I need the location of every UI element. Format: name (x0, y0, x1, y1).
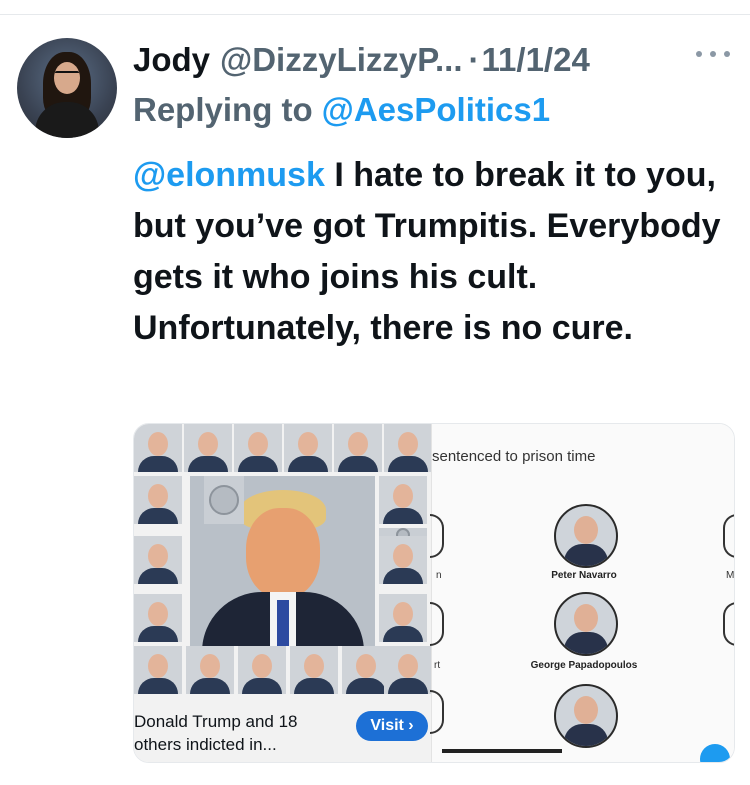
mugshot-ad-panel: Donald Trump and 18 others indicted in..… (134, 424, 431, 762)
cut-off-label: n (436, 570, 442, 581)
separator-dot: · (468, 41, 480, 78)
mention-link[interactable]: @elonmusk (133, 156, 325, 194)
user-handle[interactable]: @DizzyLizzyP... (220, 41, 462, 79)
more-options-icon[interactable] (696, 44, 730, 64)
mugshot-thumbnail (290, 646, 338, 694)
mugshot-thumbnail (384, 646, 431, 694)
tweet-header: Jody @DizzyLizzyP... · 11/1/24 (133, 38, 590, 82)
person-name: George Papadopoulos (530, 660, 638, 671)
blue-action-chip (700, 744, 730, 762)
attached-image[interactable]: Donald Trump and 18 others indicted in..… (133, 423, 735, 763)
avatar-glasses (55, 71, 79, 79)
mugshot-thumbnail (342, 646, 390, 694)
cut-off-avatar (723, 602, 734, 646)
cut-off-avatar (723, 514, 734, 558)
reply-to-mention[interactable]: @AesPolitics1 (322, 91, 550, 129)
top-divider (0, 14, 750, 15)
panel-title: sentenced to prison time (432, 448, 596, 465)
cut-off-heading (442, 749, 562, 753)
mugshot-thumbnail (134, 424, 182, 472)
tweet-date[interactable]: 11/1/24 (482, 41, 590, 79)
mugshot-thumbnail (284, 424, 332, 472)
avatar[interactable] (17, 38, 117, 138)
cut-off-avatar (430, 514, 444, 558)
mugshot-thumbnail (134, 594, 182, 642)
mugshot-thumbnail (334, 424, 382, 472)
mugshot-thumbnail (379, 476, 427, 524)
cut-off-avatar (430, 602, 444, 646)
prison-time-panel: sentenced to prison time n rt Peter Nava… (430, 424, 735, 762)
mugshot-thumbnail (186, 646, 234, 694)
mugshot-grid (134, 424, 431, 704)
cut-off-label: M (726, 570, 735, 581)
mugshot-thumbnail (384, 424, 431, 472)
person-name: Peter Navarro (551, 570, 617, 581)
seal-icon (204, 476, 244, 524)
more-dot (696, 51, 702, 57)
ad-caption: Donald Trump and 18 others indicted in..… (134, 712, 298, 754)
more-dot (724, 51, 730, 57)
cut-off-label: rt (434, 660, 441, 671)
reply-prefix: Replying to (133, 91, 313, 128)
display-name[interactable]: Jody (133, 41, 210, 79)
mugshot-thumbnail (134, 476, 182, 524)
mugshot-thumbnail (379, 536, 427, 584)
mugshot-thumbnail (184, 424, 232, 472)
mugshot-thumbnail (238, 646, 286, 694)
mugshot-thumbnail (134, 536, 182, 584)
cut-off-avatar (430, 690, 444, 734)
main-mugshot-tie (277, 600, 289, 646)
reply-context: Replying to @AesPolitics1 (133, 88, 550, 132)
mugshot-thumbnail (379, 594, 427, 642)
main-mugshot-face (246, 508, 320, 598)
tweet-text: @elonmusk I hate to break it to you, but… (133, 150, 743, 354)
mugshot-thumbnail (234, 424, 282, 472)
visit-button[interactable]: Visit › (356, 711, 428, 741)
person-avatar (554, 684, 618, 748)
mugshot-thumbnail (134, 646, 182, 694)
person-avatar (554, 592, 618, 656)
person-avatar (554, 504, 618, 568)
more-dot (710, 51, 716, 57)
